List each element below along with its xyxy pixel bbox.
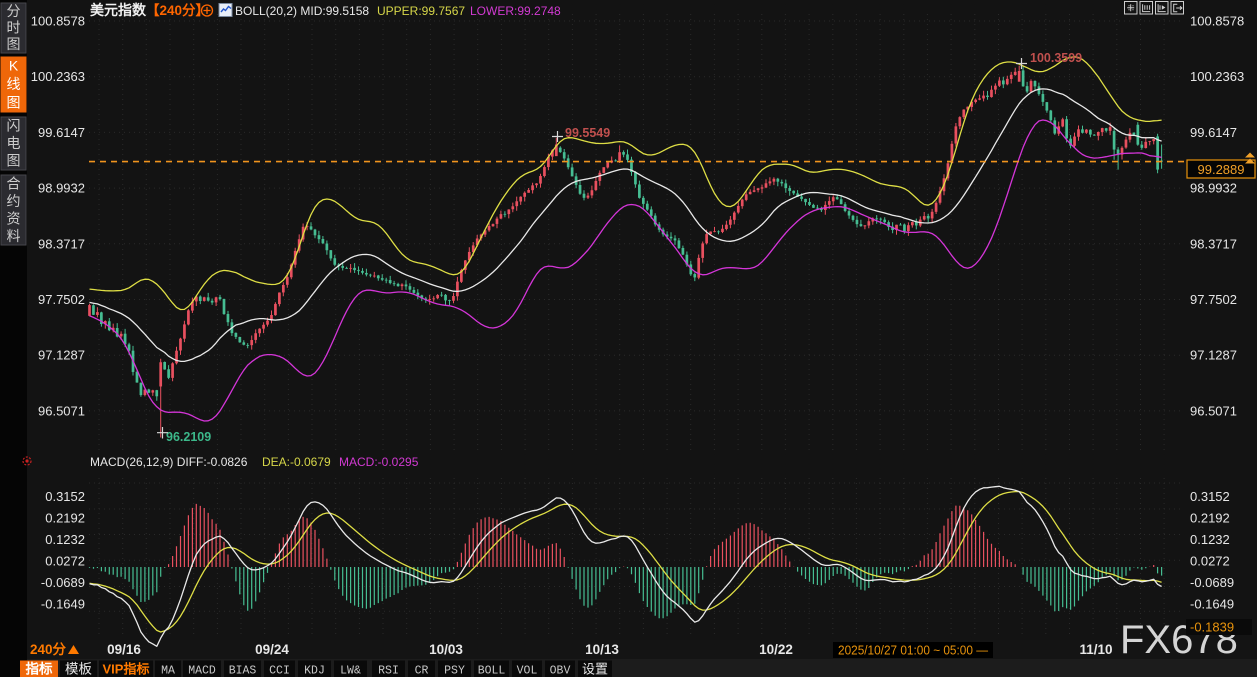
svg-text:RSI: RSI bbox=[378, 665, 399, 677]
svg-text:240分: 240分 bbox=[30, 642, 67, 657]
svg-text:图: 图 bbox=[7, 36, 21, 52]
svg-text:98.9932: 98.9932 bbox=[1190, 181, 1237, 196]
svg-text:11/10: 11/10 bbox=[1079, 642, 1112, 657]
svg-text:0.0272: 0.0272 bbox=[45, 553, 85, 568]
svg-text:BOLL: BOLL bbox=[478, 665, 506, 677]
svg-text:0.3152: 0.3152 bbox=[1190, 489, 1230, 504]
svg-text:0.3152: 0.3152 bbox=[45, 489, 85, 504]
svg-text:电: 电 bbox=[7, 135, 21, 151]
svg-text:0.0272: 0.0272 bbox=[1190, 553, 1230, 568]
svg-text:时: 时 bbox=[7, 20, 21, 36]
svg-text:BIAS: BIAS bbox=[229, 665, 257, 677]
svg-text:LOWER:99.2748: LOWER:99.2748 bbox=[470, 4, 561, 18]
svg-text:料: 料 bbox=[7, 228, 21, 244]
svg-text:-0.0689: -0.0689 bbox=[41, 575, 85, 590]
svg-text:96.2109: 96.2109 bbox=[166, 430, 211, 444]
svg-text:99.2889: 99.2889 bbox=[1198, 162, 1245, 177]
svg-text:MACD(26,12,9) DIFF:-0.0826: MACD(26,12,9) DIFF:-0.0826 bbox=[90, 455, 248, 469]
svg-text:线: 线 bbox=[7, 76, 21, 92]
svg-text:MACD: MACD bbox=[188, 665, 216, 677]
svg-text:UPPER:99.7567: UPPER:99.7567 bbox=[377, 4, 465, 18]
svg-text:97.7502: 97.7502 bbox=[1190, 292, 1237, 307]
svg-text:0.1232: 0.1232 bbox=[45, 532, 85, 547]
svg-text:-0.1649: -0.1649 bbox=[41, 596, 85, 611]
svg-text:10/13: 10/13 bbox=[585, 642, 619, 657]
svg-text:09/24: 09/24 bbox=[255, 642, 289, 657]
svg-text:LW&: LW& bbox=[340, 665, 361, 677]
svg-text:图: 图 bbox=[7, 153, 21, 169]
svg-text:分: 分 bbox=[7, 3, 21, 19]
svg-text:-0.1649: -0.1649 bbox=[1190, 596, 1234, 611]
svg-text:MACD:-0.0295: MACD:-0.0295 bbox=[339, 455, 419, 469]
svg-text:CCI: CCI bbox=[269, 665, 290, 677]
svg-text:约: 约 bbox=[7, 193, 21, 209]
svg-text:DEA:-0.0679: DEA:-0.0679 bbox=[262, 455, 331, 469]
svg-text:97.1287: 97.1287 bbox=[1190, 348, 1237, 363]
svg-text:OBV: OBV bbox=[550, 665, 571, 677]
svg-text:98.9932: 98.9932 bbox=[38, 181, 85, 196]
svg-text:99.6147: 99.6147 bbox=[38, 125, 85, 140]
svg-text:96.5071: 96.5071 bbox=[38, 403, 85, 418]
svg-text:-0.1839: -0.1839 bbox=[1190, 620, 1234, 635]
svg-text:模板: 模板 bbox=[65, 662, 92, 677]
svg-text:BOLL(20,2) MID:99.5158: BOLL(20,2) MID:99.5158 bbox=[235, 4, 369, 18]
svg-text:09/16: 09/16 bbox=[107, 642, 141, 657]
svg-text:图: 图 bbox=[7, 94, 21, 110]
svg-text:0.2192: 0.2192 bbox=[1190, 510, 1230, 525]
svg-text:指标: 指标 bbox=[26, 661, 53, 677]
svg-text:96.5071: 96.5071 bbox=[1190, 403, 1237, 418]
svg-text:97.7502: 97.7502 bbox=[38, 292, 85, 307]
svg-text:VOL: VOL bbox=[517, 665, 538, 677]
svg-text:100.8578: 100.8578 bbox=[1190, 14, 1244, 29]
svg-text:闪: 闪 bbox=[7, 117, 21, 133]
svg-text:97.1287: 97.1287 bbox=[38, 348, 85, 363]
svg-text:0.2192: 0.2192 bbox=[45, 510, 85, 525]
svg-text:-0.0689: -0.0689 bbox=[1190, 575, 1234, 590]
svg-text:100.2363: 100.2363 bbox=[31, 69, 85, 84]
svg-text:10/22: 10/22 bbox=[759, 642, 793, 657]
svg-text:98.3717: 98.3717 bbox=[38, 236, 85, 251]
svg-text:100.8578: 100.8578 bbox=[31, 14, 85, 29]
svg-text:VIP指标: VIP指标 bbox=[103, 662, 150, 677]
svg-text:MA: MA bbox=[161, 665, 175, 677]
svg-text:100.2363: 100.2363 bbox=[1190, 69, 1244, 84]
svg-text:KDJ: KDJ bbox=[304, 665, 325, 677]
svg-text:【240分】: 【240分】 bbox=[146, 3, 209, 18]
svg-text:CR: CR bbox=[415, 665, 429, 677]
svg-text:美元指数: 美元指数 bbox=[90, 2, 147, 18]
svg-text:PSY: PSY bbox=[444, 665, 465, 677]
svg-text:K: K bbox=[9, 58, 19, 74]
svg-text:99.5549: 99.5549 bbox=[565, 126, 610, 140]
svg-text:99.6147: 99.6147 bbox=[1190, 125, 1237, 140]
svg-text:100.3599: 100.3599 bbox=[1030, 51, 1082, 65]
svg-text:合: 合 bbox=[7, 175, 21, 191]
svg-text:2025/10/27 01:00 ~ 05:00 —: 2025/10/27 01:00 ~ 05:00 — bbox=[838, 643, 988, 658]
svg-text:98.3717: 98.3717 bbox=[1190, 236, 1237, 251]
svg-text:0.1232: 0.1232 bbox=[1190, 532, 1230, 547]
svg-text:设置: 设置 bbox=[582, 662, 608, 677]
svg-text:资: 资 bbox=[7, 210, 21, 226]
svg-text:10/03: 10/03 bbox=[429, 642, 463, 657]
